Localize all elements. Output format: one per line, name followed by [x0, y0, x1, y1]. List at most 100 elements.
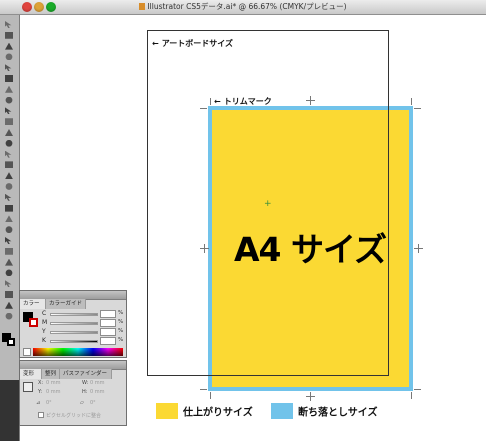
transform-panel: 変形 整列 パスファインダー X: Y: W: H: 0 mm 0 mm 0 m… [19, 360, 127, 426]
reference-point-icon[interactable] [23, 382, 33, 392]
tab-color-guide[interactable]: カラーガイド [46, 299, 86, 309]
panel-stroke-swatch[interactable] [29, 318, 38, 327]
crop-mark [411, 392, 412, 399]
channel-c-field[interactable] [100, 310, 116, 318]
scale-tool-icon[interactable] [3, 160, 15, 170]
channel-k-unit: % [118, 337, 124, 343]
eraser-tool-icon[interactable] [3, 139, 15, 149]
window-title-text: Illustrator CS5データ.ai* @ 66.67% (CMYK/プレ… [147, 2, 347, 11]
artboard-size-label: アートボードサイズ [161, 39, 233, 48]
tab-transform[interactable]: 変形 [20, 369, 42, 379]
perspective-tool-icon[interactable] [3, 204, 15, 214]
rectangle-tool-glyph [5, 96, 13, 104]
channel-c-slider[interactable] [50, 313, 98, 316]
symbol-sprayer-tool-icon[interactable] [3, 258, 15, 268]
channel-c-label: C [42, 310, 47, 317]
crop-mark [210, 392, 211, 399]
w-field[interactable]: 0 mm [90, 380, 105, 386]
selection-tool-icon[interactable] [3, 20, 15, 30]
rectangle-tool-icon[interactable] [3, 96, 15, 106]
tab-pathfinder[interactable]: パスファインダー [60, 369, 112, 379]
hand-tool-icon[interactable] [3, 301, 15, 311]
legend-trim-label: 仕上がりサイズ [183, 407, 253, 419]
type-tool-icon[interactable] [3, 74, 15, 84]
trim-mark-annotation: ← トリムマーク [214, 96, 272, 107]
zoom-tool-icon[interactable] [3, 312, 15, 322]
artboard-tool-icon[interactable] [3, 279, 15, 289]
zoom-tool-glyph [5, 312, 13, 320]
slice-tool-icon[interactable] [3, 290, 15, 300]
free-transform-tool-glyph [5, 183, 13, 190]
y-field[interactable]: 0 mm [46, 389, 61, 395]
tab-color[interactable]: カラー [20, 299, 46, 309]
pen-tool-icon[interactable] [3, 63, 15, 73]
tab-transform-label: 変形 [23, 371, 35, 377]
a4-size-label[interactable]: A4 サイズ [234, 223, 387, 271]
eyedropper-tool-icon[interactable] [3, 236, 15, 246]
graph-tool-icon[interactable] [3, 268, 15, 278]
line-tool-glyph [5, 85, 13, 93]
shape-builder-tool-icon[interactable] [3, 193, 15, 203]
mesh-tool-icon[interactable] [3, 214, 15, 224]
rotate-tool-icon[interactable] [3, 150, 15, 160]
angle-field[interactable]: 0° [46, 400, 52, 406]
crop-mark [414, 108, 421, 109]
blend-tool-icon[interactable] [3, 247, 15, 257]
channel-y-label: Y [42, 328, 46, 335]
lasso-tool-icon[interactable] [3, 52, 15, 62]
window-title: Illustrator CS5データ.ai* @ 66.67% (CMYK/プレ… [0, 1, 486, 13]
document-icon [139, 3, 146, 10]
color-panel: カラー カラーガイド C M Y K % % % % [19, 290, 127, 358]
none-color-swatch[interactable] [23, 348, 31, 356]
line-tool-icon[interactable] [3, 85, 15, 95]
artboard-size-annotation: ← アートボードサイズ [152, 38, 233, 49]
rotate-tool-glyph [5, 150, 12, 158]
tab-align[interactable]: 整列 [42, 369, 60, 379]
paintbrush-tool-icon[interactable] [3, 106, 15, 116]
blob-brush-tool-icon[interactable] [3, 128, 15, 138]
blend-tool-glyph [5, 247, 13, 255]
graph-tool-glyph [5, 269, 13, 277]
center-point-icon: + [264, 199, 272, 209]
color-spectrum-bar[interactable] [33, 348, 123, 356]
channel-y-unit: % [118, 328, 124, 334]
pencil-tool-icon[interactable] [3, 117, 15, 127]
channel-m-slider[interactable] [50, 322, 98, 325]
mesh-tool-glyph [5, 215, 13, 223]
channel-y-slider[interactable] [50, 331, 98, 334]
h-field[interactable]: 0 mm [90, 389, 105, 395]
warp-tool-icon[interactable] [3, 171, 15, 181]
bleed-color-swatch [271, 403, 293, 419]
channel-k-field[interactable] [100, 337, 116, 345]
direct-selection-tool-icon[interactable] [3, 31, 15, 41]
channel-y-field[interactable] [100, 328, 116, 336]
magic-wand-tool-glyph [5, 42, 13, 50]
arrow-left-icon: ← [152, 39, 159, 48]
crop-mark [411, 98, 412, 105]
eyedropper-tool-glyph [5, 237, 12, 244]
tab-color-guide-label: カラーガイド [49, 301, 83, 307]
channel-k-label: K [42, 337, 46, 344]
crop-mark [414, 389, 421, 390]
channel-m-field[interactable] [100, 319, 116, 327]
x-field[interactable]: 0 mm [46, 380, 61, 386]
scale-tool-glyph [5, 161, 13, 169]
gradient-tool-icon[interactable] [3, 225, 15, 235]
shear-field[interactable]: 0° [90, 400, 96, 406]
stroke-color-swatch[interactable] [7, 338, 15, 346]
free-transform-tool-icon[interactable] [3, 182, 15, 192]
crop-mark [418, 244, 419, 253]
channel-m-unit: % [118, 319, 124, 325]
pixel-grid-checkbox[interactable] [38, 412, 44, 418]
tools-panel [0, 15, 20, 441]
channel-m-label: M [42, 319, 48, 326]
channel-k-slider[interactable] [50, 340, 98, 343]
tab-color-label: カラー [23, 301, 40, 307]
warp-tool-glyph [5, 172, 13, 180]
magic-wand-tool-icon[interactable] [3, 42, 15, 52]
crop-mark [200, 389, 207, 390]
hand-tool-glyph [5, 301, 13, 309]
pen-tool-glyph [5, 64, 12, 72]
w-label: W: [82, 380, 89, 386]
perspective-tool-glyph [5, 204, 13, 212]
